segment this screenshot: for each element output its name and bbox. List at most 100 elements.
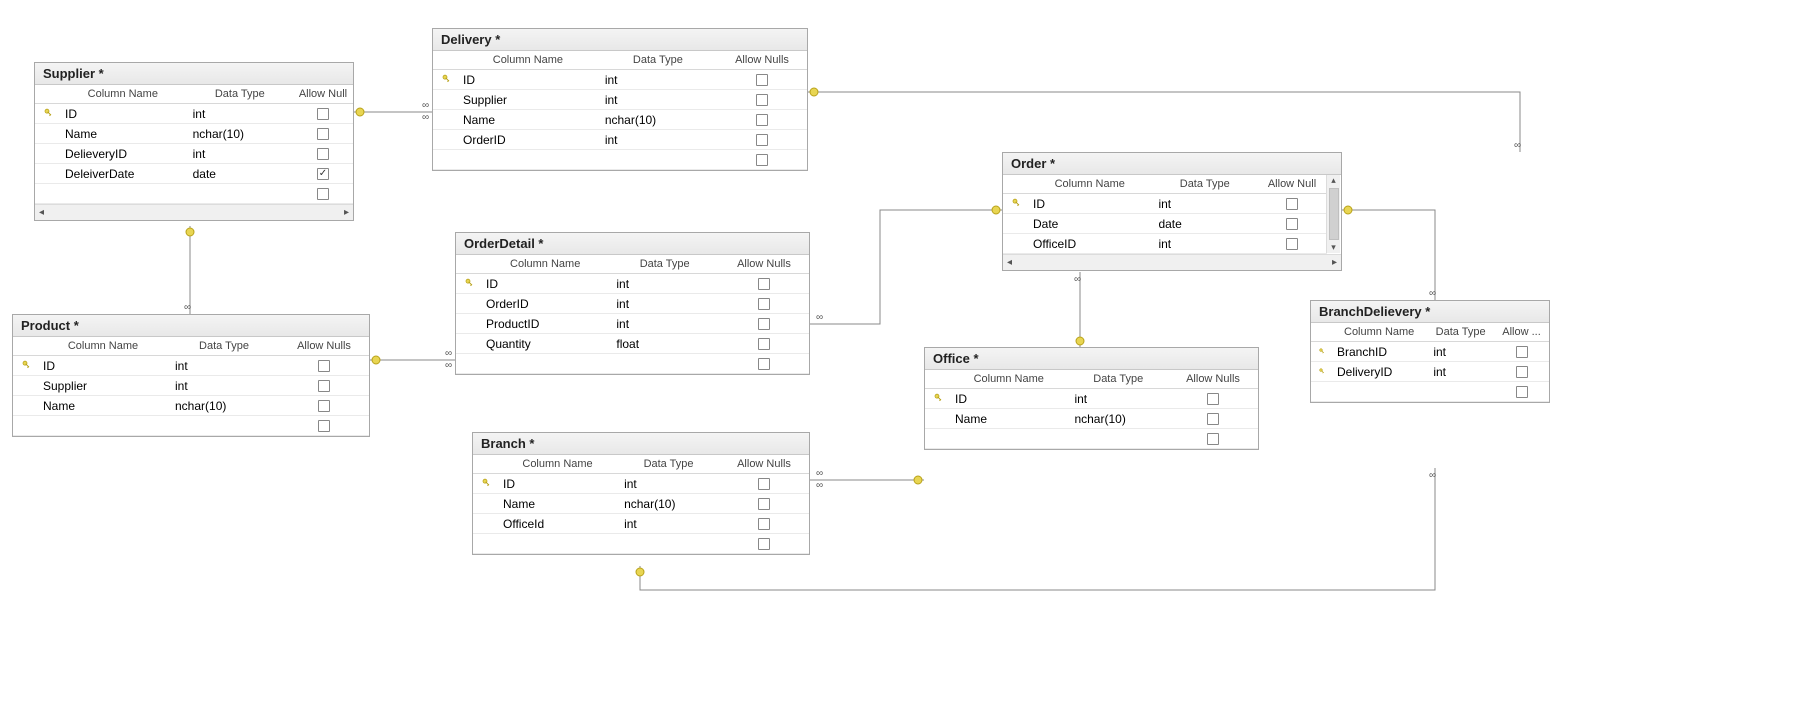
checkbox-icon[interactable] [1516, 366, 1528, 378]
column-header[interactable]: Allow Nulls [719, 255, 809, 274]
column-name-cell[interactable] [59, 184, 187, 204]
data-type-cell[interactable]: int [1427, 362, 1494, 382]
column-name-cell[interactable]: ID [480, 274, 610, 294]
column-header[interactable]: Column Name [949, 370, 1068, 389]
column-header[interactable]: Allow Nulls [1168, 370, 1258, 389]
checkbox-icon[interactable] [758, 498, 770, 510]
table-delivery[interactable]: Delivery *Column NameData TypeAllow Null… [432, 28, 808, 171]
column-name-cell[interactable]: Supplier [457, 90, 599, 110]
allow-nulls-cell[interactable] [719, 514, 809, 534]
column-name-cell[interactable]: ID [949, 389, 1068, 409]
column-name-cell[interactable]: OrderID [480, 294, 610, 314]
table-order[interactable]: Order *Column NameData TypeAllow NullIDi… [1002, 152, 1342, 271]
vertical-scrollbar[interactable]: ▴▾ [1326, 175, 1340, 253]
scroll-thumb[interactable] [1329, 188, 1339, 240]
data-type-cell[interactable]: float [610, 334, 719, 354]
data-type-cell[interactable]: int [610, 294, 719, 314]
column-name-cell[interactable]: Supplier [37, 376, 169, 396]
data-type-cell[interactable]: int [187, 144, 293, 164]
column-header[interactable] [1003, 175, 1027, 194]
column-name-cell[interactable]: Date [1027, 214, 1152, 234]
allow-nulls-cell[interactable] [717, 130, 807, 150]
checkbox-icon[interactable] [758, 318, 770, 330]
allow-nulls-cell[interactable] [1168, 409, 1258, 429]
data-type-cell[interactable]: int [169, 376, 279, 396]
data-type-cell[interactable]: nchar(10) [1068, 409, 1168, 429]
column-header[interactable]: Allow ... [1494, 323, 1549, 342]
data-type-cell[interactable]: int [610, 314, 719, 334]
column-header[interactable]: Allow Null [293, 85, 353, 104]
column-header[interactable]: Allow Nulls [717, 51, 807, 70]
column-header[interactable]: Data Type [169, 337, 279, 356]
column-name-cell[interactable]: ID [37, 356, 169, 376]
data-type-cell[interactable] [599, 150, 717, 170]
data-type-cell[interactable]: int [599, 70, 717, 90]
column-name-cell[interactable]: Name [37, 396, 169, 416]
allow-nulls-cell[interactable] [719, 534, 809, 554]
allow-nulls-cell[interactable] [717, 150, 807, 170]
column-header[interactable]: Data Type [1427, 323, 1494, 342]
column-header[interactable] [35, 85, 59, 104]
column-name-cell[interactable]: OfficeId [497, 514, 618, 534]
checkbox-icon[interactable] [317, 108, 329, 120]
column-header[interactable] [925, 370, 949, 389]
column-name-cell[interactable]: ID [457, 70, 599, 90]
checkbox-icon[interactable] [1207, 393, 1219, 405]
column-name-cell[interactable] [1331, 382, 1427, 402]
table-title[interactable]: Branch * [473, 433, 809, 455]
column-name-cell[interactable]: BranchID [1331, 342, 1427, 362]
scroll-down-icon[interactable]: ▾ [1331, 242, 1336, 253]
checkbox-icon[interactable] [318, 400, 330, 412]
allow-nulls-cell[interactable] [719, 274, 809, 294]
allow-nulls-cell[interactable] [279, 376, 369, 396]
data-type-cell[interactable]: int [1152, 194, 1257, 214]
data-type-cell[interactable]: int [618, 474, 719, 494]
column-name-cell[interactable]: Name [457, 110, 599, 130]
table-title[interactable]: Supplier * [35, 63, 353, 85]
checkbox-icon[interactable] [758, 278, 770, 290]
checkbox-icon[interactable] [1207, 433, 1219, 445]
column-name-cell[interactable]: DelieveryID [59, 144, 187, 164]
allow-nulls-cell[interactable] [717, 90, 807, 110]
allow-nulls-cell[interactable]: ✓ [293, 164, 353, 184]
column-header[interactable]: Data Type [1068, 370, 1168, 389]
table-title[interactable]: OrderDetail * [456, 233, 809, 255]
checkbox-icon[interactable] [318, 360, 330, 372]
column-name-cell[interactable]: DeleiverDate [59, 164, 187, 184]
column-name-cell[interactable] [457, 150, 599, 170]
column-name-cell[interactable]: Quantity [480, 334, 610, 354]
column-header[interactable]: Column Name [497, 455, 618, 474]
checkbox-icon[interactable] [758, 538, 770, 550]
checkbox-icon[interactable] [1286, 198, 1298, 210]
data-type-cell[interactable]: nchar(10) [618, 494, 719, 514]
column-name-cell[interactable] [37, 416, 169, 436]
column-name-cell[interactable]: ID [59, 104, 187, 124]
checkbox-icon[interactable] [1516, 346, 1528, 358]
column-header[interactable] [473, 455, 497, 474]
table-product[interactable]: Product *Column NameData TypeAllow Nulls… [12, 314, 370, 437]
allow-nulls-cell[interactable] [719, 334, 809, 354]
column-name-cell[interactable] [949, 429, 1068, 449]
scroll-up-icon[interactable]: ▴ [1331, 175, 1336, 186]
column-name-cell[interactable]: ProductID [480, 314, 610, 334]
table-title[interactable]: BranchDelievery * [1311, 301, 1549, 323]
column-header[interactable]: Allow Nulls [719, 455, 809, 474]
column-name-cell[interactable]: OfficeID [1027, 234, 1152, 254]
checkbox-icon[interactable] [756, 94, 768, 106]
column-header[interactable]: Column Name [480, 255, 610, 274]
allow-nulls-cell[interactable] [719, 294, 809, 314]
allow-nulls-cell[interactable] [719, 474, 809, 494]
data-type-cell[interactable]: int [618, 514, 719, 534]
allow-nulls-cell[interactable] [1257, 214, 1327, 234]
column-header[interactable]: Column Name [457, 51, 599, 70]
data-type-cell[interactable]: nchar(10) [187, 124, 293, 144]
allow-nulls-cell[interactable] [1257, 234, 1327, 254]
column-header[interactable]: Data Type [1152, 175, 1257, 194]
checkbox-icon[interactable] [756, 154, 768, 166]
column-header[interactable]: Data Type [187, 85, 293, 104]
data-type-cell[interactable]: int [187, 104, 293, 124]
data-type-cell[interactable]: nchar(10) [169, 396, 279, 416]
data-type-cell[interactable]: nchar(10) [599, 110, 717, 130]
data-type-cell[interactable] [618, 534, 719, 554]
column-name-cell[interactable]: Name [59, 124, 187, 144]
